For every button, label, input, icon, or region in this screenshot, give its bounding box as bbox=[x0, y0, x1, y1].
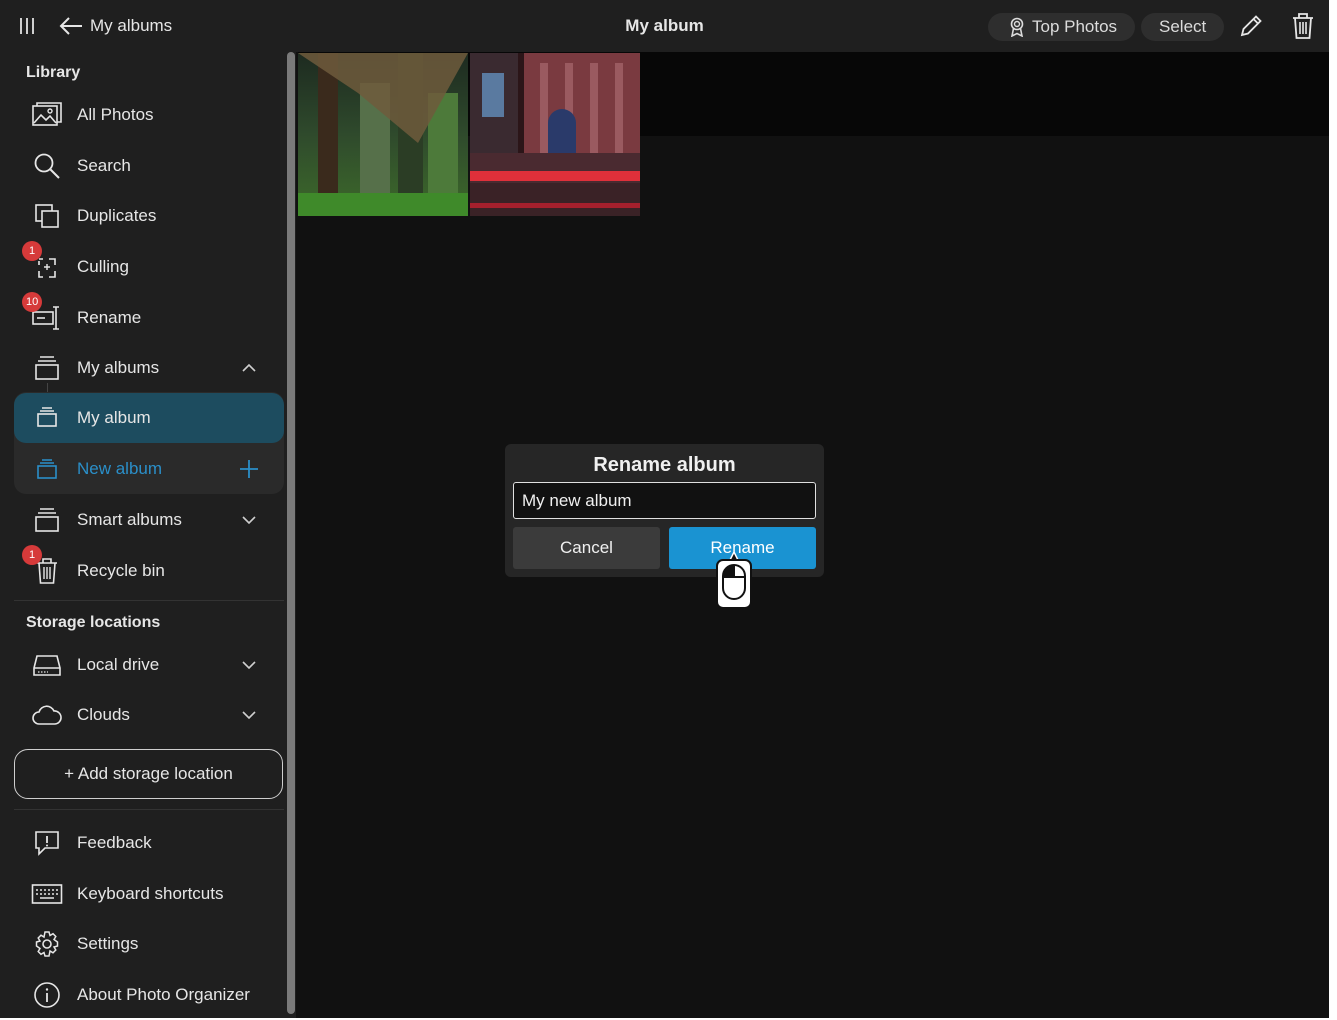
sidebar-item-label: Local drive bbox=[77, 655, 160, 674]
sidebar-item-label: Rename bbox=[77, 308, 142, 327]
mouse-cursor-icon bbox=[714, 550, 754, 612]
sidebar-item-new-album[interactable]: New album bbox=[14, 445, 284, 493]
sidebar-item-label: My albums bbox=[77, 358, 160, 377]
sidebar-item-label: My album bbox=[77, 408, 151, 427]
top-photos-label: Top Photos bbox=[1032, 17, 1118, 36]
sidebar-divider bbox=[14, 809, 284, 810]
sidebar-item-label: Culling bbox=[77, 257, 129, 276]
sidebar-item-label: Feedback bbox=[77, 833, 152, 852]
image-icon bbox=[30, 101, 64, 129]
sidebar-item-label: Smart albums bbox=[77, 510, 182, 529]
drive-icon bbox=[30, 651, 64, 679]
sidebar-item-label: Duplicates bbox=[77, 206, 157, 225]
album-name-input[interactable] bbox=[513, 482, 816, 519]
sidebar-item-my-album[interactable]: My album bbox=[14, 393, 284, 443]
album-icon bbox=[30, 506, 64, 534]
sidebar-item-rename[interactable]: 10 Rename bbox=[14, 292, 284, 342]
recycle-bin-badge: 1 bbox=[22, 545, 42, 565]
award-icon bbox=[1010, 17, 1024, 37]
photo-organizer-window: My albums My album Top Photos Select Lib… bbox=[0, 0, 1329, 1018]
back-label: My albums bbox=[90, 16, 173, 35]
album-icon bbox=[30, 455, 64, 483]
sidebar-item-label: New album bbox=[77, 459, 163, 478]
sidebar-item-my-albums[interactable]: My albums bbox=[14, 344, 284, 392]
select-label: Select bbox=[1159, 17, 1207, 36]
sidebar-item-label: Keyboard shortcuts bbox=[77, 884, 224, 903]
chevron-down-icon[interactable] bbox=[240, 657, 258, 673]
top-photos-button[interactable]: Top Photos bbox=[988, 13, 1136, 41]
sidebar-item-duplicates[interactable]: Duplicates bbox=[14, 192, 284, 240]
select-button[interactable]: Select bbox=[1141, 13, 1225, 41]
library-heading: Library bbox=[26, 64, 81, 81]
feedback-icon bbox=[30, 829, 64, 857]
sidebar-item-label: Settings bbox=[77, 934, 139, 953]
info-icon bbox=[30, 981, 64, 1009]
sidebar-item-culling[interactable]: 1 Culling bbox=[14, 241, 284, 291]
plus-icon[interactable] bbox=[238, 458, 260, 480]
pencil-icon bbox=[1240, 15, 1262, 37]
back-button[interactable]: My albums bbox=[58, 12, 172, 40]
sidebar-item-label: Recycle bin bbox=[77, 561, 165, 580]
delete-button[interactable] bbox=[1289, 11, 1317, 41]
sidebar-item-local-drive[interactable]: Local drive bbox=[14, 641, 284, 689]
sidebar-divider bbox=[14, 600, 284, 601]
album-icon bbox=[30, 403, 64, 431]
storage-heading: Storage locations bbox=[26, 614, 161, 631]
sidebar-item-label: All Photos bbox=[77, 105, 154, 124]
photo-thumbnail[interactable] bbox=[298, 53, 468, 216]
sidebar-item-label: About Photo Organizer bbox=[77, 985, 250, 1004]
sidebar-item-feedback[interactable]: Feedback bbox=[14, 819, 284, 867]
trash-icon bbox=[1293, 13, 1313, 39]
cloud-icon bbox=[30, 701, 64, 729]
top-bar: My albums My album Top Photos Select bbox=[0, 0, 1329, 52]
chevron-down-icon[interactable] bbox=[240, 707, 258, 723]
sidebar-item-keyboard-shortcuts[interactable]: Keyboard shortcuts bbox=[14, 870, 284, 918]
sidebar-scrollbar[interactable] bbox=[287, 52, 295, 1014]
dialog-title: Rename album bbox=[593, 454, 736, 476]
search-icon bbox=[30, 152, 64, 180]
arrow-left-icon bbox=[59, 17, 82, 35]
culling-badge: 1 bbox=[22, 241, 42, 261]
sidebar-item-label: Search bbox=[77, 156, 131, 175]
add-storage-location-button[interactable]: + Add storage location bbox=[14, 749, 283, 799]
duplicates-icon bbox=[30, 202, 64, 230]
edit-button[interactable] bbox=[1236, 12, 1266, 40]
sidebar-item-recycle-bin[interactable]: 1 Recycle bin bbox=[14, 545, 284, 595]
chevron-down-icon[interactable] bbox=[240, 512, 258, 528]
album-icon bbox=[30, 354, 64, 382]
sidebar-item-all-photos[interactable]: All Photos bbox=[14, 91, 284, 139]
cancel-button[interactable]: Cancel bbox=[513, 527, 660, 569]
sidebar-item-label: Clouds bbox=[77, 705, 130, 724]
sidebar-item-search[interactable]: Search bbox=[14, 142, 284, 190]
rename-album-dialog: Rename album Cancel Rename bbox=[505, 444, 824, 577]
chevron-up-icon[interactable] bbox=[240, 360, 258, 376]
gear-icon bbox=[30, 930, 64, 958]
menu-toggle-button[interactable] bbox=[14, 14, 40, 38]
keyboard-icon bbox=[30, 880, 64, 908]
photo-thumbnail[interactable] bbox=[470, 53, 640, 216]
sidebar-item-about[interactable]: About Photo Organizer bbox=[14, 971, 284, 1018]
sidebar-item-clouds[interactable]: Clouds bbox=[14, 691, 284, 739]
sidebar-item-smart-albums[interactable]: Smart albums bbox=[14, 496, 284, 544]
hamburger-icon bbox=[20, 18, 34, 34]
sidebar-item-settings[interactable]: Settings bbox=[14, 920, 284, 968]
